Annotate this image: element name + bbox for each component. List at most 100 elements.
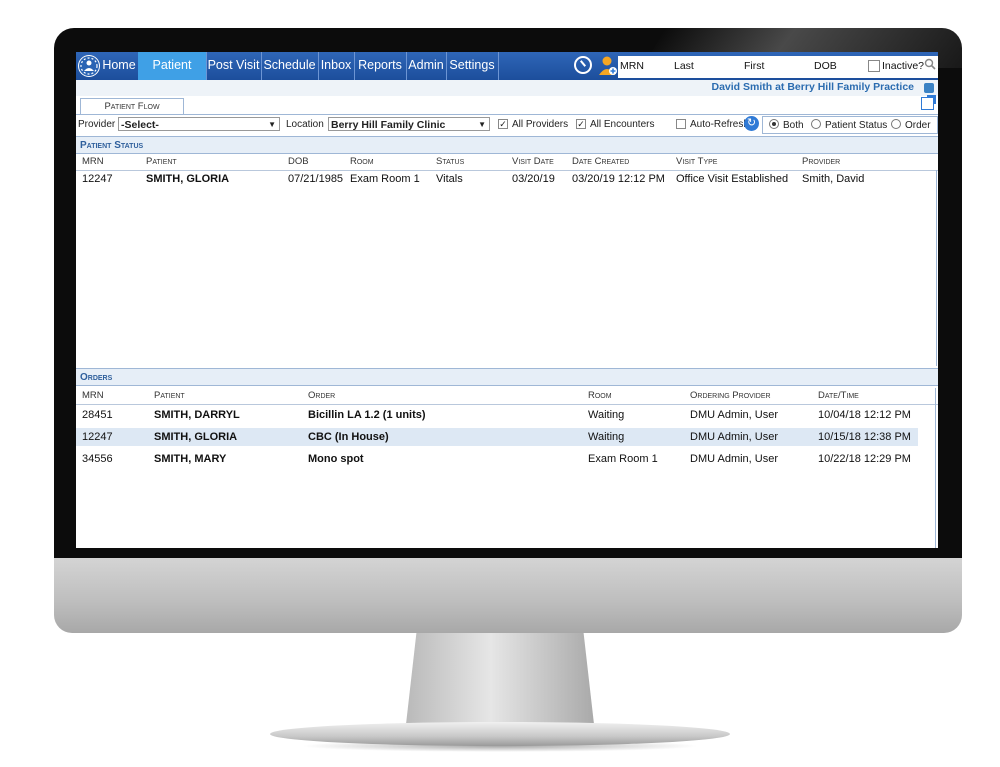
cell-provider: Smith, David (802, 173, 865, 185)
table-row[interactable]: 12247 SMITH, GLORIA 07/21/1985 Exam Room… (76, 170, 936, 188)
search-header-mrn[interactable]: MRN (620, 60, 644, 72)
nav-patient-flow[interactable]: Patient Flow (138, 52, 207, 98)
cell-patient: SMITH, GLORIA (146, 173, 230, 185)
col-status[interactable]: Status (436, 156, 464, 167)
search-header-first[interactable]: First (744, 60, 764, 72)
col-mrn[interactable]: MRN (82, 390, 104, 401)
tab-patient-flow[interactable]: Patient Flow (80, 98, 184, 114)
current-user-practice: David Smith at Berry Hill Family Practic… (711, 81, 915, 93)
table-row[interactable]: 12247 SMITH, GLORIA CBC (In House) Waiti… (76, 428, 918, 446)
monitor-stand-base (270, 722, 730, 746)
auto-refresh-checkbox[interactable] (676, 119, 686, 129)
cell-room: Waiting (588, 431, 625, 443)
col-patient[interactable]: Patient (154, 390, 185, 401)
cell-order: Bicillin LA 1.2 (1 units) (308, 409, 426, 421)
popout-icon[interactable] (921, 95, 936, 110)
provider-label: Provider (78, 119, 116, 130)
orders-header: Orders (76, 368, 938, 386)
all-providers-label: All Providers (512, 119, 569, 130)
cell-date-created: 03/20/19 12:12 PM (572, 173, 665, 185)
orders-columns: MRN Patient Order Room Ordering Provider… (76, 388, 938, 405)
col-date-time[interactable]: Date/Time (818, 390, 859, 401)
patient-search-bar: MRN Last First DOB Inactive? (618, 56, 938, 78)
patient-status-header: Patient Status (76, 136, 938, 154)
chevron-down-icon: ▼ (268, 120, 276, 129)
radio-order-label: Order (905, 120, 931, 131)
col-order[interactable]: Order (308, 390, 335, 401)
cell-room: Exam Room 1 (588, 453, 658, 465)
filter-bar: Provider -Select- ▼ Location Berry Hill … (76, 115, 938, 135)
app-logo-icon[interactable] (78, 55, 100, 77)
auto-refresh-label: Auto-Refresh (690, 119, 749, 130)
top-nav: Home Patient Flow Post Visit Schedule In… (76, 52, 938, 98)
col-date-created[interactable]: Date Created (572, 156, 629, 167)
cell-mrn: 12247 (82, 431, 113, 443)
cell-status: Vitals (436, 173, 463, 185)
all-providers-checkbox[interactable]: ✓ (498, 119, 508, 129)
col-mrn[interactable]: MRN (82, 156, 104, 167)
cell-visit-date: 03/20/19 (512, 173, 555, 185)
cell-mrn: 28451 (82, 409, 113, 421)
search-icon[interactable] (924, 58, 936, 70)
patient-status-list: 12247 SMITH, GLORIA 07/21/1985 Exam Room… (76, 170, 937, 366)
cell-patient: SMITH, DARRYL (154, 409, 240, 421)
nav-post-visit[interactable]: Post Visit (206, 52, 262, 80)
add-patient-icon[interactable] (598, 55, 618, 77)
col-dob[interactable]: DOB (288, 156, 309, 167)
cell-patient: SMITH, GLORIA (154, 431, 238, 443)
chevron-down-icon: ▼ (478, 120, 486, 129)
nav-settings[interactable]: Settings (446, 52, 499, 80)
nav-reports[interactable]: Reports (354, 52, 407, 80)
user-settings-icon[interactable] (924, 83, 934, 93)
location-label: Location (286, 119, 324, 130)
cell-ordering-provider: DMU Admin, User (690, 409, 779, 421)
col-ordering-provider[interactable]: Ordering Provider (690, 390, 771, 401)
radio-both-label: Both (783, 120, 804, 131)
inactive-label: Inactive? (882, 60, 925, 72)
nav-schedule[interactable]: Schedule (261, 52, 319, 80)
all-encounters-checkbox[interactable]: ✓ (576, 119, 586, 129)
view-radio-group: Both Patient Status Order (762, 116, 938, 134)
cell-patient: SMITH, MARY (154, 453, 227, 465)
cell-date-time: 10/15/18 12:38 PM (818, 431, 911, 443)
monitor-chin (54, 558, 962, 633)
radio-patient-status-label: Patient Status (825, 120, 888, 131)
cell-mrn: 12247 (82, 173, 113, 185)
orders-right-border (935, 388, 936, 548)
nav-inbox[interactable]: Inbox (318, 52, 355, 80)
monitor-stand-neck (405, 633, 595, 733)
cell-date-time: 10/04/18 12:12 PM (818, 409, 911, 421)
cell-visit-type: Office Visit Established (676, 173, 789, 185)
table-row[interactable]: 34556 SMITH, MARY Mono spot Exam Room 1 … (76, 450, 918, 468)
all-encounters-label: All Encounters (590, 119, 655, 130)
app-screen: Home Patient Flow Post Visit Schedule In… (76, 52, 938, 548)
cell-mrn: 34556 (82, 453, 113, 465)
cell-room: Exam Room 1 (350, 173, 420, 185)
inactive-checkbox[interactable] (868, 60, 880, 72)
radio-patient-status[interactable] (811, 119, 821, 129)
col-provider[interactable]: Provider (802, 156, 840, 167)
col-visit-date[interactable]: Visit Date (512, 156, 554, 167)
user-strip: David Smith at Berry Hill Family Practic… (76, 80, 938, 96)
search-header-last[interactable]: Last (674, 60, 694, 72)
search-header-dob[interactable]: DOB (814, 60, 837, 72)
radio-order[interactable] (891, 119, 901, 129)
refresh-icon[interactable]: ↻ (744, 116, 759, 131)
tab-row: Patient Flow (76, 95, 938, 115)
nav-admin[interactable]: Admin (406, 52, 447, 80)
table-row[interactable]: 28451 SMITH, DARRYL Bicillin LA 1.2 (1 u… (76, 406, 918, 424)
col-patient[interactable]: Patient (146, 156, 177, 167)
cell-ordering-provider: DMU Admin, User (690, 431, 779, 443)
cell-order: CBC (In House) (308, 431, 389, 443)
dashboard-icon[interactable] (574, 56, 592, 74)
provider-select[interactable]: -Select- ▼ (118, 117, 280, 131)
location-select-value: Berry Hill Family Clinic (331, 119, 446, 131)
col-room[interactable]: Room (350, 156, 374, 167)
cell-ordering-provider: DMU Admin, User (690, 453, 779, 465)
cell-room: Waiting (588, 409, 625, 421)
radio-both[interactable] (769, 119, 779, 129)
col-visit-type[interactable]: Visit Type (676, 156, 717, 167)
location-select[interactable]: Berry Hill Family Clinic ▼ (328, 117, 490, 131)
col-room[interactable]: Room (588, 390, 612, 401)
nav-home[interactable]: Home (100, 52, 139, 80)
